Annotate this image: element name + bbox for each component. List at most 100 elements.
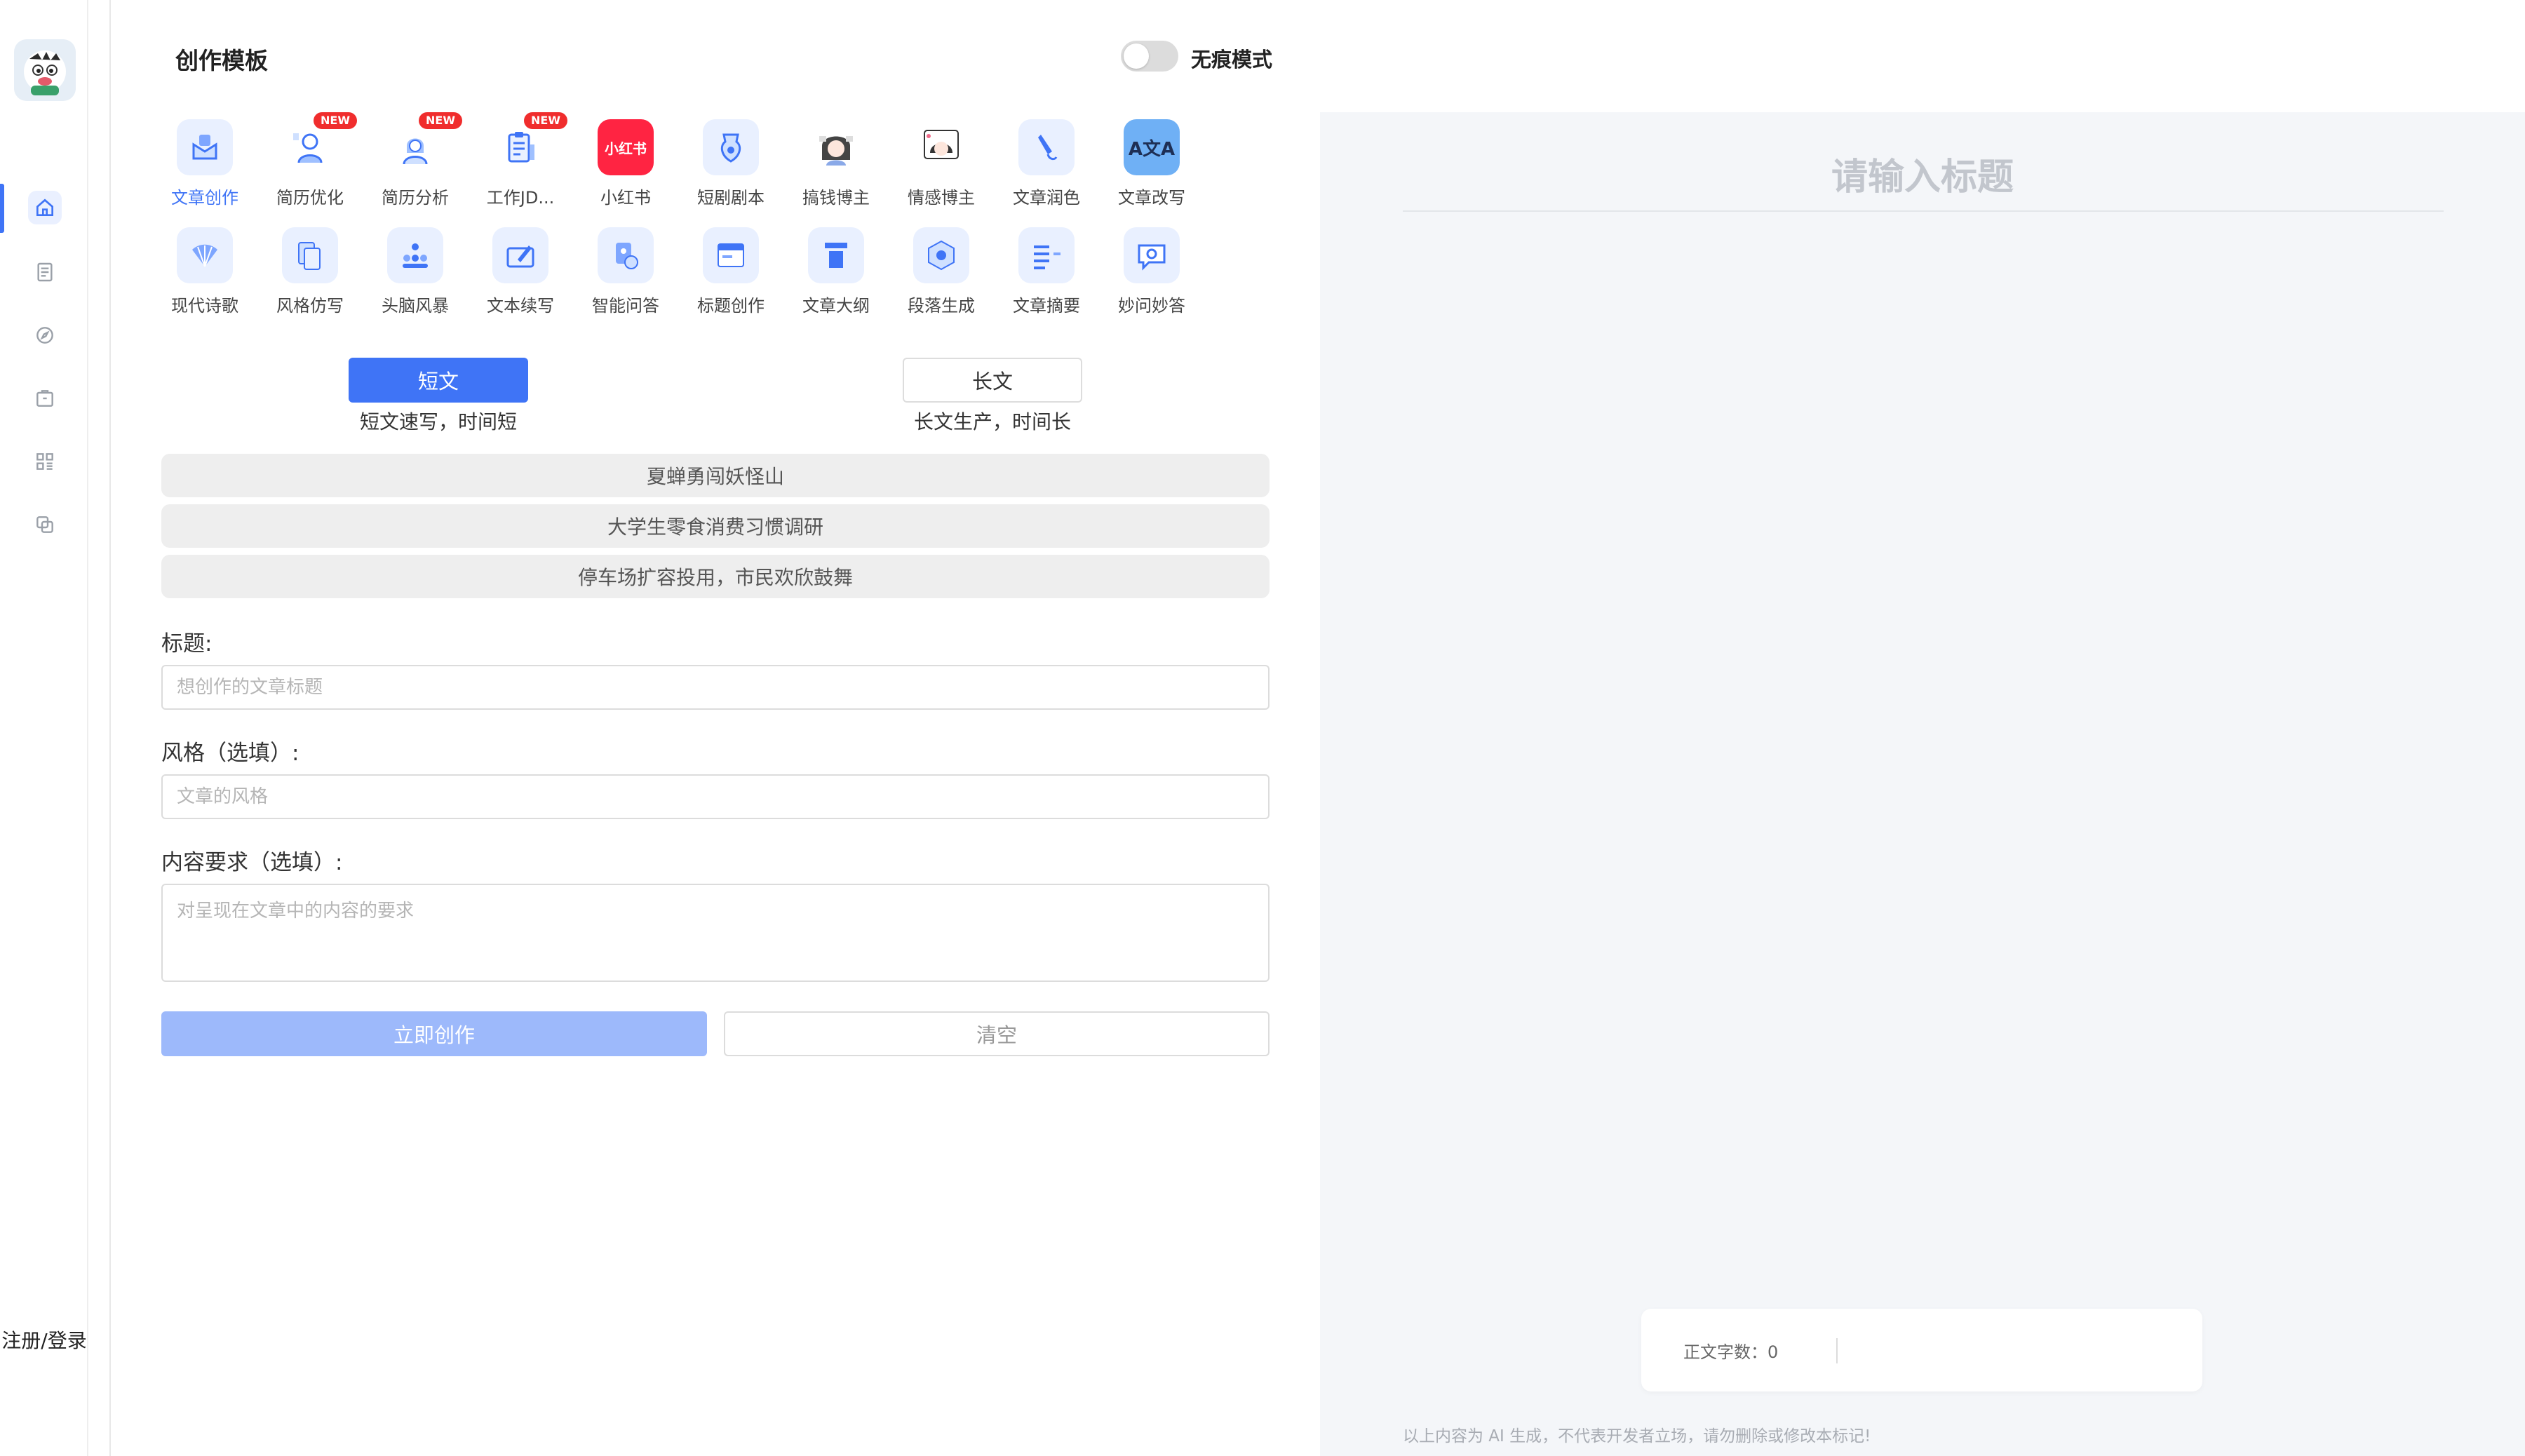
template-title-creation[interactable]: 标题创作 <box>678 227 783 325</box>
clear-button[interactable]: 清空 <box>724 1011 1270 1056</box>
template-label: 小红书 <box>600 188 651 208</box>
template-short-drama[interactable]: 短剧剧本 <box>678 119 783 217</box>
window-icon <box>703 227 759 283</box>
nav-active-indicator <box>0 184 4 233</box>
grid-icon <box>36 453 53 470</box>
template-label: 段落生成 <box>908 296 975 316</box>
template-label: 文章改写 <box>1118 188 1185 208</box>
new-badge: NEW <box>314 112 357 129</box>
template-smart-qa[interactable]: 智能问答 <box>573 227 678 325</box>
document-icon <box>37 262 53 282</box>
template-label: 文章大纲 <box>802 296 870 316</box>
template-paragraph[interactable]: 段落生成 <box>889 227 994 325</box>
content-textarea[interactable] <box>161 884 1270 982</box>
template-label: 情感博主 <box>908 188 975 208</box>
qa-icon <box>598 227 654 283</box>
template-label: 简历优化 <box>276 188 344 208</box>
left-nav: 注册/登录 <box>0 0 88 1456</box>
translate-rewrite-icon: A文A <box>1124 119 1180 175</box>
pen-nib-icon <box>703 119 759 175</box>
nav-item-copy[interactable] <box>28 508 62 541</box>
template-clever-qa[interactable]: 妙问妙答 <box>1099 227 1204 325</box>
template-label: 智能问答 <box>592 296 659 316</box>
preview-divider <box>1403 210 2444 212</box>
stats-separator <box>1836 1338 1838 1363</box>
template-brainstorm[interactable]: 头脑风暴 <box>363 227 468 325</box>
template-label: 文章润色 <box>1013 188 1080 208</box>
content-label: 内容要求（选填）: <box>161 850 343 875</box>
title-label: 标题: <box>161 631 213 656</box>
template-label: 标题创作 <box>697 296 765 316</box>
template-modern-poetry[interactable]: 现代诗歌 <box>152 227 257 325</box>
template-xiaohongshu[interactable]: 小红书 小红书 <box>573 119 678 217</box>
emotion-avatar-icon <box>913 119 969 175</box>
template-outline[interactable]: 文章大纲 <box>783 227 889 325</box>
style-label: 风格（选填）: <box>161 741 299 766</box>
nav-item-bag[interactable] <box>28 382 62 415</box>
chat-bubble-icon <box>1124 227 1180 283</box>
word-count-bar: 正文字数：0 <box>1641 1309 2202 1391</box>
nav-divider <box>88 0 111 1456</box>
word-count: 正文字数：0 <box>1683 1342 1779 1362</box>
nav-item-discover[interactable] <box>28 318 62 352</box>
nav-item-apps[interactable] <box>28 445 62 478</box>
blogger-avatar-icon <box>808 119 864 175</box>
style-input[interactable] <box>161 774 1270 819</box>
pages-icon <box>282 227 338 283</box>
template-label: 文章摘要 <box>1013 296 1080 316</box>
incognito-label: 无痕模式 <box>1191 48 1273 72</box>
template-label: 搞钱博主 <box>802 188 870 208</box>
home-icon <box>36 198 53 216</box>
suggestion-item[interactable]: 大学生零食消费习惯调研 <box>161 504 1270 548</box>
suggestion-item[interactable]: 停车场扩容投用，市民欢欣鼓舞 <box>161 555 1270 598</box>
template-job-jd[interactable]: NEW 工作JD... <box>468 112 573 217</box>
preview-title-placeholder[interactable]: 请输入标题 <box>1320 147 2525 200</box>
xiaohongshu-logo-icon: 小红书 <box>598 119 654 175</box>
ai-disclaimer: 以上内容为 AI 生成，不代表开发者立场，请勿删除或修改本标记! <box>1403 1427 1871 1445</box>
list-summary-icon <box>1018 227 1075 283</box>
nav-item-docs[interactable] <box>28 255 62 289</box>
template-label: 现代诗歌 <box>171 296 238 316</box>
new-badge: NEW <box>419 112 462 129</box>
create-button[interactable]: 立即创作 <box>161 1011 707 1056</box>
new-badge: NEW <box>524 112 567 129</box>
login-link[interactable]: 注册/登录 <box>0 1326 88 1354</box>
fan-icon <box>177 227 233 283</box>
incognito-toggle[interactable] <box>1121 41 1178 72</box>
template-label: 简历分析 <box>382 188 449 208</box>
panel-title: 创作模板 <box>175 47 268 74</box>
template-label: 文本续写 <box>487 296 554 316</box>
brush-icon <box>1018 119 1075 175</box>
copy-icon <box>36 516 53 533</box>
hexagon-icon <box>913 227 969 283</box>
template-money-blogger[interactable]: 搞钱博主 <box>783 119 889 217</box>
template-article-creation[interactable]: 文章创作 <box>152 119 257 217</box>
nav-item-home[interactable] <box>28 191 62 224</box>
template-label: 妙问妙答 <box>1118 296 1185 316</box>
team-icon <box>387 227 443 283</box>
template-rewrite[interactable]: A文A 文章改写 <box>1099 119 1204 217</box>
template-label: 头脑风暴 <box>382 296 449 316</box>
app-logo[interactable] <box>14 39 76 101</box>
template-resume-analysis[interactable]: NEW 简历分析 <box>363 112 468 217</box>
suggestion-item[interactable]: 夏蝉勇闯妖怪山 <box>161 454 1270 497</box>
template-resume-optimize[interactable]: NEW 简历优化 <box>257 112 363 217</box>
long-mode-desc: 长文生产，时间长 <box>913 410 1071 433</box>
preview-area: 请输入标题 正文字数：0 以上内容为 AI 生成，不代表开发者立场，请勿删除或修… <box>1320 112 2525 1456</box>
template-emotion-blogger[interactable]: 情感博主 <box>889 119 994 217</box>
template-label: 短剧剧本 <box>697 188 765 208</box>
template-style-imitation[interactable]: 风格仿写 <box>257 227 363 325</box>
briefcase-icon <box>36 390 53 407</box>
template-summary[interactable]: 文章摘要 <box>994 227 1099 325</box>
long-mode-button[interactable]: 长文 <box>903 358 1082 403</box>
toggle-knob <box>1124 43 1149 69</box>
template-continue-writing[interactable]: 文本续写 <box>468 227 573 325</box>
template-panel: 创作模板 无痕模式 文章创作 NEW 简历优化 NEW 简历分析 NEW 工作J… <box>112 0 1429 1456</box>
title-input[interactable] <box>161 665 1270 710</box>
template-label: 工作JD... <box>486 188 555 208</box>
short-mode-button[interactable]: 短文 <box>349 358 528 403</box>
template-polish[interactable]: 文章润色 <box>994 119 1099 217</box>
edit-frame-icon <box>492 227 548 283</box>
template-label: 风格仿写 <box>276 296 344 316</box>
xiaohongshu-logo-text: 小红书 <box>605 140 647 157</box>
